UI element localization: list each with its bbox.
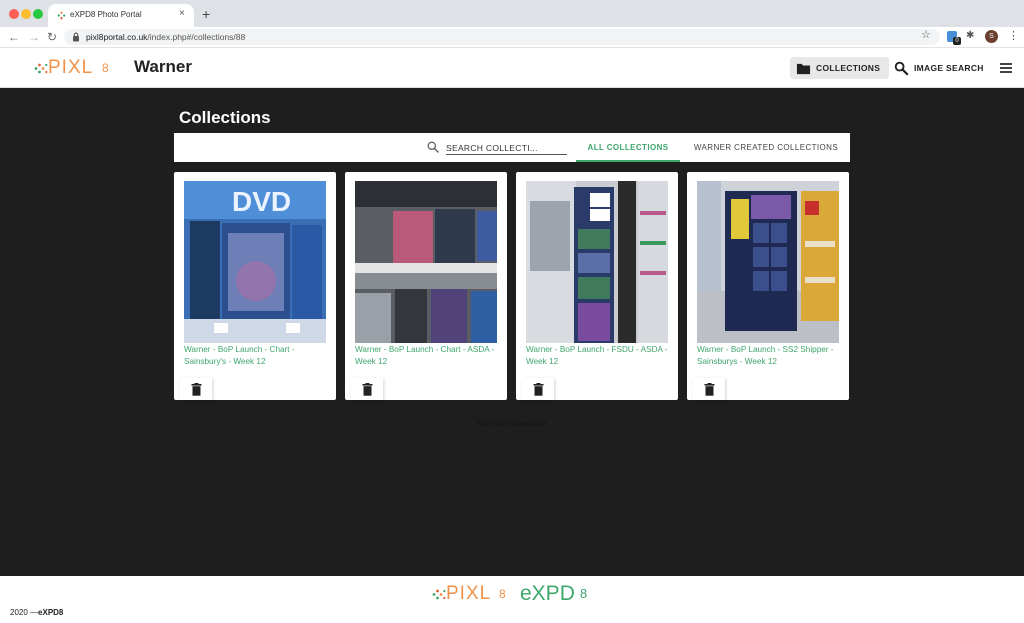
window-maximize-button[interactable] (33, 9, 43, 19)
search-icon (427, 141, 439, 153)
svg-text:DVD: DVD (232, 186, 291, 217)
collection-title[interactable]: Warner - BoP Launch - Chart - ASDA - Wee… (355, 344, 501, 368)
trash-icon (533, 382, 543, 396)
collection-title[interactable]: Warner - BoP Launch - SS2 Shipper - Sain… (697, 344, 843, 368)
url-field[interactable]: pixl8portal.co.uk/index.php#/collections… (64, 29, 940, 45)
search-wrapper (427, 139, 569, 156)
collection-card[interactable]: Warner - BoP Launch - FSDU - ASDA - Week… (516, 172, 678, 400)
trash-icon (191, 382, 201, 396)
collection-card[interactable]: Warner - BoP Launch - Chart - ASDA - Wee… (345, 172, 507, 400)
window-minimize-button[interactable] (21, 9, 31, 19)
collections-nav-label: COLLECTIONS (816, 63, 881, 73)
collections-toolbar: ALL COLLECTIONS WARNER CREATED COLLECTIO… (174, 133, 850, 162)
profile-avatar[interactable]: S (985, 30, 998, 43)
image-search-nav-button[interactable]: IMAGE SEARCH (892, 57, 988, 79)
browser-tab[interactable]: eXPD8 Photo Portal × (48, 4, 194, 27)
browser-menu-icon[interactable]: ⋮ (1008, 29, 1019, 42)
collection-card[interactable]: DVD Warner - BoP Launch - Chart - Sainsb… (174, 172, 336, 400)
trash-icon (704, 382, 714, 396)
collection-thumbnail[interactable] (526, 181, 668, 343)
collection-thumbnail[interactable]: DVD (184, 181, 326, 343)
footer-expd8-logo: eXPD (520, 582, 575, 605)
collection-card[interactable]: Warner - BoP Launch - SS2 Shipper - Sain… (687, 172, 849, 400)
tab-warner-created-collections[interactable]: WARNER CREATED COLLECTIONS (684, 133, 848, 162)
extension-badge: 0 (953, 37, 961, 45)
logo-text: PIXL (48, 57, 94, 78)
collections-nav-button[interactable]: COLLECTIONS (790, 57, 889, 79)
back-arrow-icon[interactable]: ← (8, 30, 20, 44)
favicon-icon (57, 11, 66, 20)
pixl8-dots-icon (432, 589, 446, 600)
footer-expd8-suffix: 8 (580, 586, 588, 601)
browser-tab-bar: eXPD8 Photo Portal × + (0, 0, 1024, 27)
page-footer: PIXL 8 eXPD 8 2020 —eXPD8 (0, 576, 1024, 623)
collection-thumbnail[interactable] (355, 181, 497, 343)
forward-arrow-icon[interactable]: → (28, 30, 40, 44)
address-bar: ← → ↻ pixl8portal.co.uk/index.php#/colle… (0, 27, 1024, 48)
extensions-puzzle-icon[interactable]: ✱ (966, 30, 974, 41)
search-icon (894, 61, 909, 75)
pixl8-dots-icon (34, 63, 48, 74)
logo-suffix: 8 (102, 61, 109, 75)
footer-pixl-suffix: 8 (499, 587, 506, 601)
reload-icon[interactable]: ↻ (47, 30, 57, 44)
tab-title: eXPD8 Photo Portal (70, 10, 142, 19)
no-more-collections-text: No more collections (476, 419, 548, 428)
tab-all-collections[interactable]: ALL COLLECTIONS (576, 133, 680, 162)
lock-icon (73, 32, 79, 42)
brand-name: Warner (134, 57, 192, 76)
pixl8-logo[interactable]: PIXL 8 (34, 57, 114, 79)
delete-button[interactable] (522, 378, 554, 400)
delete-button[interactable] (693, 378, 725, 400)
page-title: Collections (179, 108, 271, 127)
new-tab-button[interactable]: + (202, 7, 210, 21)
bookmark-star-icon[interactable]: ☆ (921, 29, 931, 41)
delete-button[interactable] (351, 378, 383, 400)
collection-title[interactable]: Warner - BoP Launch - Chart - Sainsbury'… (184, 344, 330, 368)
tab-close-icon[interactable]: × (179, 8, 185, 20)
folder-icon (796, 63, 811, 74)
footer-pixl-text: PIXL (446, 583, 492, 604)
footer-pixl8-logo: PIXL 8 (432, 583, 512, 605)
copyright-text: 2020 —eXPD8 (10, 608, 64, 617)
hamburger-menu-icon[interactable] (1000, 63, 1012, 73)
app-header: PIXL 8 Warner COLLECTIONS IMAGE SEARCH (0, 48, 1024, 88)
collection-title[interactable]: Warner - BoP Launch - FSDU - ASDA - Week… (526, 344, 672, 368)
collection-thumbnail[interactable] (697, 181, 839, 343)
url-text: pixl8portal.co.uk/index.php#/collections… (86, 32, 246, 42)
trash-icon (362, 382, 372, 396)
window-close-button[interactable] (9, 9, 19, 19)
collections-search-input[interactable] (446, 141, 567, 155)
image-search-nav-label: IMAGE SEARCH (914, 63, 984, 73)
delete-button[interactable] (180, 378, 212, 400)
